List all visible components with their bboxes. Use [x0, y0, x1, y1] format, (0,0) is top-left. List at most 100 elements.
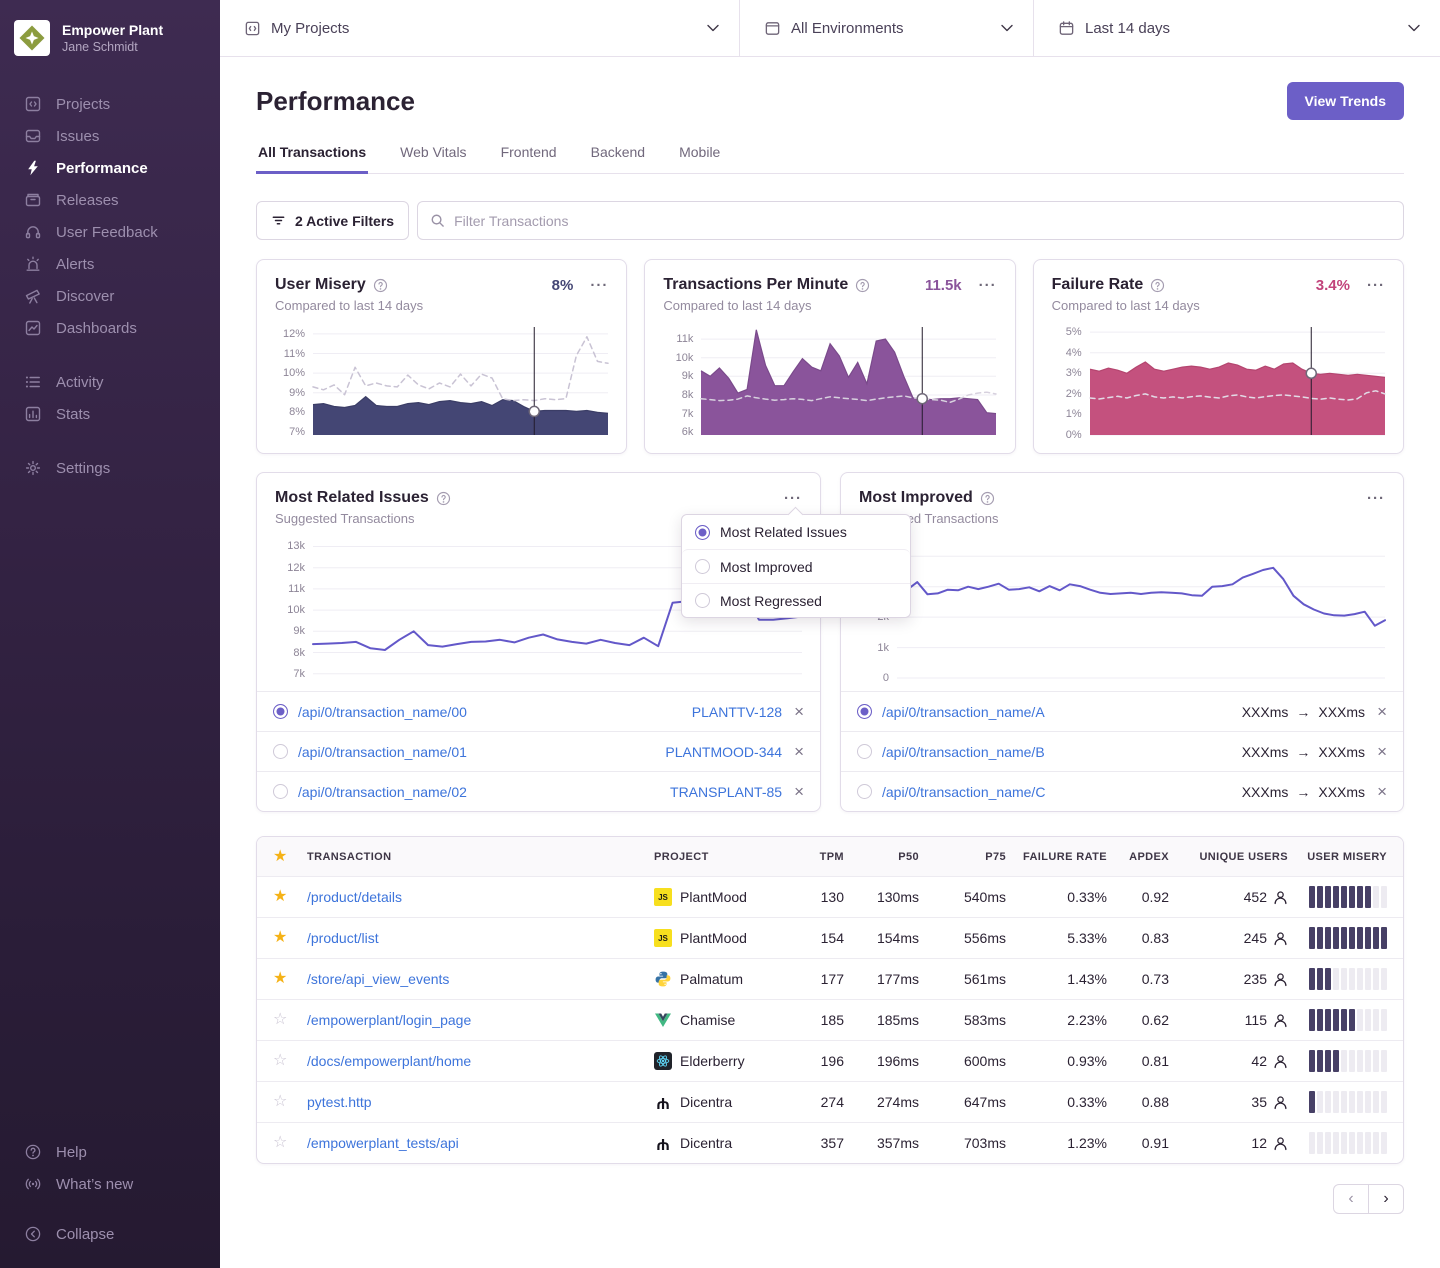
- improved-transactions-list: /api/0/transaction_name/A XXXms → XXXms …: [841, 691, 1403, 811]
- column-header[interactable]: USER MISERY: [1288, 851, 1387, 863]
- card-menu-button[interactable]: ···: [1357, 277, 1385, 294]
- next-page-button[interactable]: ›: [1368, 1184, 1404, 1214]
- transaction-link[interactable]: /empowerplant/login_page: [307, 1012, 654, 1028]
- transaction-link[interactable]: /docs/empowerplant/home: [307, 1053, 654, 1069]
- close-icon[interactable]: ×: [794, 783, 804, 800]
- question-mark-icon[interactable]: [1150, 278, 1165, 293]
- project-name: Elderberry: [680, 1053, 745, 1069]
- view-trends-button[interactable]: View Trends: [1287, 82, 1404, 120]
- transaction-link[interactable]: /product/details: [307, 889, 654, 905]
- column-header[interactable]: TRANSACTION: [307, 851, 654, 863]
- radio-button[interactable]: [857, 784, 872, 799]
- user-icon: [1273, 1054, 1288, 1069]
- transaction-link[interactable]: /empowerplant_tests/api: [307, 1135, 654, 1151]
- close-icon[interactable]: ×: [1377, 743, 1387, 760]
- transaction-link[interactable]: /api/0/transaction_name/A: [882, 704, 1045, 720]
- column-header[interactable]: UNIQUE USERS: [1169, 851, 1288, 863]
- kpi-row: User Misery 8% ··· Compared to last 14 d…: [256, 259, 1404, 454]
- tab-web-vitals[interactable]: Web Vitals: [398, 138, 468, 174]
- sidebar-item-projects[interactable]: Projects: [0, 88, 220, 120]
- sidebar-item-releases[interactable]: Releases: [0, 184, 220, 216]
- filter-transactions-input[interactable]: [454, 213, 1391, 229]
- radio-button[interactable]: [857, 744, 872, 759]
- question-mark-icon[interactable]: [436, 491, 451, 506]
- sidebar-item-settings[interactable]: Settings: [0, 452, 220, 484]
- transaction-link[interactable]: /store/api_view_events: [307, 971, 654, 987]
- close-icon[interactable]: ×: [1377, 703, 1387, 720]
- transaction-link[interactable]: pytest.http: [307, 1094, 654, 1110]
- close-icon[interactable]: ×: [794, 743, 804, 760]
- radio-button[interactable]: [273, 744, 288, 759]
- column-header[interactable]: PROJECT: [654, 851, 784, 863]
- card-title: User Misery: [275, 276, 366, 294]
- tab-backend[interactable]: Backend: [589, 138, 647, 174]
- settings-icon: [24, 459, 42, 477]
- transaction-link[interactable]: /api/0/transaction_name/B: [882, 744, 1045, 760]
- column-header[interactable]: FAILURE RATE: [1006, 851, 1107, 863]
- radio-button[interactable]: [857, 704, 872, 719]
- menu-option[interactable]: Most Improved: [682, 549, 910, 583]
- menu-option[interactable]: Most Regressed: [682, 583, 910, 617]
- menu-option-label: Most Related Issues: [720, 524, 847, 540]
- sidebar-item-performance[interactable]: Performance: [0, 152, 220, 184]
- sidebar-item-whats-new[interactable]: What’s new: [0, 1168, 220, 1200]
- question-mark-icon[interactable]: [980, 491, 995, 506]
- environment-selector[interactable]: All Environments: [740, 0, 1034, 56]
- sidebar-item-dashboards[interactable]: Dashboards: [0, 312, 220, 344]
- list-item: /api/0/transaction_name/01 PLANTMOOD-344…: [257, 731, 820, 771]
- star-icon[interactable]: ☆: [273, 1135, 307, 1151]
- card-menu-button[interactable]: ···: [580, 277, 608, 294]
- active-filters-button[interactable]: 2 Active Filters: [256, 201, 409, 240]
- tab-mobile[interactable]: Mobile: [677, 138, 722, 174]
- transaction-link[interactable]: /api/0/transaction_name/00: [298, 704, 467, 720]
- card-menu-button[interactable]: ···: [969, 277, 997, 294]
- sidebar-item-issues[interactable]: Issues: [0, 120, 220, 152]
- sidebar-item-stats[interactable]: Stats: [0, 398, 220, 430]
- question-mark-icon[interactable]: [373, 278, 388, 293]
- radio-button[interactable]: [273, 704, 288, 719]
- sidebar-item-label: Help: [56, 1144, 87, 1161]
- sidebar-item-alerts[interactable]: Alerts: [0, 248, 220, 280]
- star-icon[interactable]: ☆: [273, 1053, 307, 1069]
- sidebar-item-label: Releases: [56, 192, 119, 209]
- transaction-link[interactable]: /api/0/transaction_name/02: [298, 784, 467, 800]
- sidebar-item-user-feedback[interactable]: User Feedback: [0, 216, 220, 248]
- issue-link[interactable]: TRANSPLANT-85: [670, 784, 782, 800]
- calendar-icon: [1058, 20, 1075, 37]
- star-icon[interactable]: ☆: [273, 1012, 307, 1028]
- card-menu-button[interactable]: ···: [1357, 490, 1385, 507]
- sidebar-collapse-button[interactable]: Collapse: [0, 1218, 220, 1250]
- transaction-link[interactable]: /api/0/transaction_name/C: [882, 784, 1045, 800]
- sidebar-item-discover[interactable]: Discover: [0, 280, 220, 312]
- kpi-value: 11.5k: [925, 277, 962, 294]
- card-menu-button[interactable]: ···: [774, 490, 802, 507]
- project-selector[interactable]: My Projects: [220, 0, 740, 56]
- column-header[interactable]: P50: [844, 851, 919, 863]
- previous-page-button[interactable]: ‹: [1333, 1184, 1369, 1214]
- radio-button[interactable]: [273, 784, 288, 799]
- star-icon[interactable]: ★: [273, 889, 307, 905]
- tab-all-transactions[interactable]: All Transactions: [256, 138, 368, 174]
- column-header[interactable]: TPM: [784, 851, 844, 863]
- sidebar-item-activity[interactable]: Activity: [0, 366, 220, 398]
- close-icon[interactable]: ×: [1377, 783, 1387, 800]
- column-header[interactable]: APDEX: [1107, 851, 1169, 863]
- project-cell: JSPlantMood: [654, 888, 784, 906]
- sidebar-item-help[interactable]: Help: [0, 1136, 220, 1168]
- date-range-selector[interactable]: Last 14 days: [1034, 0, 1440, 56]
- org-switcher[interactable]: Empower Plant Jane Schmidt: [0, 14, 220, 66]
- tab-frontend[interactable]: Frontend: [499, 138, 559, 174]
- star-icon[interactable]: ★: [273, 971, 307, 987]
- issue-link[interactable]: PLANTMOOD-344: [665, 744, 782, 760]
- sidebar-nav-secondary: Activity Stats: [0, 366, 220, 430]
- star-icon[interactable]: ★: [273, 930, 307, 946]
- star-icon[interactable]: ☆: [273, 1094, 307, 1110]
- transaction-link[interactable]: /product/list: [307, 930, 654, 946]
- question-mark-icon[interactable]: [855, 278, 870, 293]
- issue-link[interactable]: PLANTTV-128: [692, 704, 782, 720]
- list-item: /api/0/transaction_name/C XXXms → XXXms …: [841, 771, 1403, 811]
- close-icon[interactable]: ×: [794, 703, 804, 720]
- column-header[interactable]: P75: [919, 851, 1006, 863]
- search-box: [417, 201, 1404, 240]
- transaction-link[interactable]: /api/0/transaction_name/01: [298, 744, 467, 760]
